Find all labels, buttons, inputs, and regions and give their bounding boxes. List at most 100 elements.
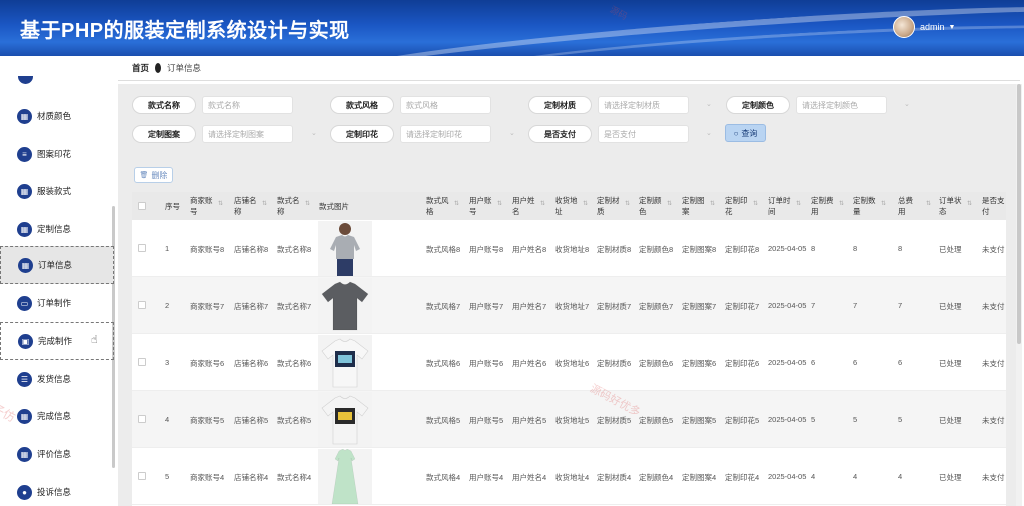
column-header[interactable]: 收货地址 ⇅	[555, 195, 588, 217]
column-header[interactable]: 总费用 ⇅	[898, 195, 931, 217]
style-image[interactable]	[318, 449, 372, 504]
sidebar-item[interactable]: ▦ 完成信息	[0, 397, 114, 435]
cell-total: 5	[898, 415, 903, 424]
column-header-text: 案	[682, 207, 690, 216]
paid-select[interactable]: 是否支付	[598, 125, 689, 143]
column-header-text: 用户姓	[512, 196, 535, 205]
row-checkbox[interactable]	[138, 472, 146, 480]
table-row[interactable]: 3 商家账号6 店铺名称6 款式名称6 款式风格6 用户账号6 用户姓名6 收货地址6 定制材质…	[132, 334, 1006, 391]
row-checkbox[interactable]	[138, 415, 146, 423]
sidebar-item[interactable]: ▦ 材质颜色	[0, 97, 114, 135]
column-header[interactable]: 序号	[165, 201, 180, 212]
sidebar-item[interactable]: ▣ 完成制作 ☝	[0, 322, 114, 360]
sort-icon[interactable]: ⇅	[218, 199, 223, 210]
column-header[interactable]: 订单时间 ⇅	[768, 195, 801, 217]
user-menu[interactable]: admin ▼	[893, 16, 955, 38]
column-header[interactable]: 定制材质 ⇅	[597, 195, 630, 217]
style-name-input[interactable]: 款式名称	[202, 96, 293, 114]
chevron-down-icon[interactable]: ⌄	[311, 129, 317, 137]
page-scrollbar[interactable]	[1016, 84, 1022, 506]
column-header[interactable]: 定制数量 ⇅	[853, 195, 886, 217]
column-header[interactable]: 用户账号 ⇅	[469, 195, 502, 217]
column-header[interactable]: 用户姓名 ⇅	[512, 195, 545, 217]
sort-icon[interactable]: ⇅	[881, 199, 886, 210]
sort-icon[interactable]: ⇅	[305, 199, 310, 210]
avatar[interactable]	[893, 16, 915, 38]
row-checkbox[interactable]	[138, 301, 146, 309]
sort-icon[interactable]: ⇅	[667, 199, 672, 210]
row-checkbox[interactable]	[138, 358, 146, 366]
sidebar-item[interactable]: ☰ 发货信息	[0, 360, 114, 398]
column-header[interactable]: 定制颜色 ⇅	[639, 195, 672, 217]
cell-type: 款式风格6	[426, 359, 461, 368]
sidebar-item[interactable]: ▦ 定制信息	[0, 210, 114, 248]
column-header[interactable]: 定制图案 ⇅	[682, 195, 715, 217]
user-name[interactable]: admin	[920, 22, 945, 32]
row-checkbox[interactable]	[138, 244, 146, 252]
sidebar-item[interactable]: ▦ 服装款式	[0, 172, 114, 210]
sort-icon[interactable]: ⇅	[262, 199, 267, 210]
cell-addr: 收货地址7	[555, 302, 590, 311]
style-image[interactable]	[318, 278, 372, 333]
style-image[interactable]	[318, 221, 372, 276]
app-title: 基于PHP的服装定制系统设计与实现	[20, 20, 350, 42]
column-header-text: 订单状	[939, 196, 962, 205]
select-all-checkbox[interactable]	[138, 202, 146, 210]
cell-shop: 店铺名称7	[234, 302, 269, 311]
column-header-text: 名	[512, 207, 520, 216]
style-image[interactable]	[318, 335, 372, 390]
sort-icon[interactable]: ⇅	[454, 199, 459, 210]
column-header[interactable]: 定制印花 ⇅	[725, 195, 758, 217]
grid-icon: ▦	[18, 257, 33, 273]
sidebar-item[interactable]: ▭ 订单制作	[0, 284, 114, 322]
breadcrumb-home[interactable]: 首页	[132, 62, 149, 74]
sort-icon[interactable]: ⇅	[839, 199, 844, 210]
cell-print: 定制印花8	[725, 245, 760, 254]
sort-icon[interactable]: ⇅	[583, 199, 588, 210]
column-header[interactable]: 店铺名称 ⇅	[234, 195, 267, 217]
table-row[interactable]: 4 商家账号5 店铺名称5 款式名称5 款式风格5 用户账号5 用户姓名5 收货地址5 定制材质…	[132, 391, 1006, 448]
sort-icon[interactable]: ⇅	[926, 199, 931, 210]
column-header-text: 称	[234, 207, 242, 216]
color-select[interactable]: 请选择定制颜色	[796, 96, 887, 114]
sidebar-item[interactable]: ≡ 图案印花	[0, 135, 114, 173]
sort-icon[interactable]: ⇅	[753, 199, 758, 210]
search-button[interactable]: ○ 查询	[725, 124, 766, 142]
cell-addr: 收货地址8	[555, 245, 590, 254]
column-header[interactable]: 是否支付⇅	[982, 195, 1005, 217]
cell-time: 2025-04-05	[768, 358, 807, 367]
cell-paid: 未支付	[982, 359, 1005, 368]
delete-button[interactable]: 🗑 删除	[134, 167, 173, 183]
sort-icon[interactable]: ⇅	[967, 199, 972, 210]
sort-icon[interactable]: ⇅	[497, 199, 502, 210]
sidebar-item[interactable]: ▦ 订单信息	[0, 246, 114, 284]
table-row[interactable]: 1 商家账号8 店铺名称8 款式名称8 款式风格8 用户账号8 用户姓名8 收货地址8 定制材质…	[132, 220, 1006, 277]
print-select[interactable]: 请选择定制印花	[400, 125, 491, 143]
column-header[interactable]: 款式名称 ⇅	[277, 195, 310, 217]
material-select[interactable]: 请选择定制材质	[598, 96, 689, 114]
sort-icon[interactable]: ⇅	[710, 199, 715, 210]
grid-icon: ▦	[17, 221, 32, 237]
sort-icon[interactable]: ⇅	[540, 199, 545, 210]
style-image[interactable]	[318, 392, 372, 447]
chevron-down-icon[interactable]: ⌄	[706, 129, 712, 137]
column-header-text: 定制费	[811, 196, 834, 205]
sidebar-item[interactable]: ▦ 评价信息	[0, 435, 114, 473]
caret-down-icon[interactable]: ▼	[949, 24, 956, 31]
column-header[interactable]: 款式风格 ⇅	[426, 195, 459, 217]
user-icon: ●	[17, 484, 32, 500]
chevron-down-icon[interactable]: ⌄	[509, 129, 515, 137]
table-row[interactable]: 5 商家账号4 店铺名称4 款式名称4 款式风格4 用户账号4 用户姓名4 收货地址4 定制材质…	[132, 448, 1006, 505]
column-header[interactable]: 商家账号 ⇅	[190, 195, 223, 217]
chevron-down-icon[interactable]: ⌄	[706, 100, 712, 108]
column-header[interactable]: 订单状态 ⇅	[939, 195, 972, 217]
column-header[interactable]: 定制费用 ⇅	[811, 195, 844, 217]
table-row[interactable]: 2 商家账号7 店铺名称7 款式名称7 款式风格7 用户账号7 用户姓名7 收货地址7 定制材质…	[132, 277, 1006, 334]
sort-icon[interactable]: ⇅	[625, 199, 630, 210]
column-header-text: 定制图	[682, 196, 705, 205]
sort-icon[interactable]: ⇅	[796, 199, 801, 210]
style-type-input[interactable]: 款式风格	[400, 96, 491, 114]
pattern-select[interactable]: 请选择定制图案	[202, 125, 293, 143]
chevron-down-icon[interactable]: ⌄	[904, 100, 910, 108]
sidebar-item[interactable]: ● 投诉信息	[0, 473, 114, 506]
